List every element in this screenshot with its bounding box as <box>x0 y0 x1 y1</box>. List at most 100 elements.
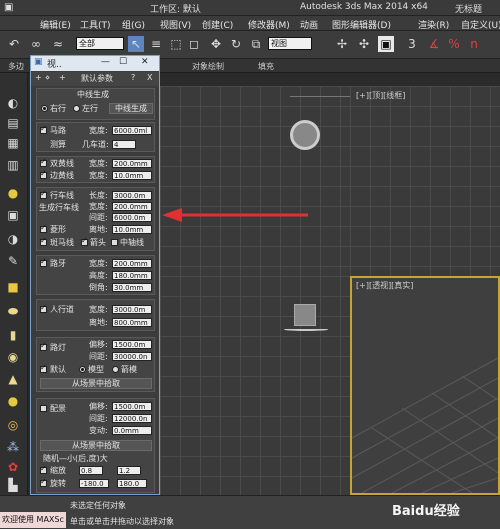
light-icon[interactable]: ● <box>5 185 21 201</box>
preset-title[interactable]: 默认参数 <box>81 73 113 84</box>
view-cube-icon[interactable] <box>294 304 316 326</box>
scene-explorer-icon[interactable]: ◐ <box>5 95 21 111</box>
snap-toggle-icon[interactable]: 3 <box>404 36 420 52</box>
double-yellow-checkbox[interactable] <box>40 157 47 167</box>
curb-chamfer-input[interactable]: 30.0mm <box>112 283 152 292</box>
rect-select-icon[interactable]: ⬚ <box>168 36 184 52</box>
select-object-icon[interactable]: ↖ <box>128 36 144 52</box>
pick-scenery-button[interactable]: 从场景中拾取 <box>40 440 152 451</box>
road-checkbox[interactable] <box>40 124 47 134</box>
measure-label[interactable]: 测算 <box>50 140 66 150</box>
menu-customize[interactable]: 自定义(U) <box>461 18 500 31</box>
rotate-icon[interactable]: ↻ <box>228 36 244 52</box>
cloth-icon[interactable]: ▙ <box>5 477 21 493</box>
render-setup-icon[interactable]: ▥ <box>5 157 21 173</box>
layer-icon[interactable]: ▤ <box>5 115 21 131</box>
double-yellow-width-input[interactable]: 200.0mm <box>112 159 152 168</box>
street-light-offset-input[interactable]: 1500.0m <box>112 340 152 349</box>
arrow-checkbox[interactable] <box>81 236 88 246</box>
right-drive-radio[interactable] <box>41 105 48 112</box>
viewport-front[interactable]: [+][顶][线框] <box>350 86 500 276</box>
curb-checkbox[interactable] <box>40 257 47 267</box>
menu-create[interactable]: 创建(C) <box>202 18 233 31</box>
edge-yellow-checkbox[interactable] <box>40 169 47 179</box>
default-light-checkbox[interactable] <box>40 363 47 373</box>
edge-yellow-width-input[interactable]: 10.0mm <box>112 171 152 180</box>
angle-snap-icon[interactable]: ∡ <box>426 36 442 52</box>
scenery-checkbox[interactable] <box>40 405 47 412</box>
undo-icon[interactable]: ↶ <box>6 36 22 52</box>
sidewalk-width-input[interactable]: 3000.0m <box>112 305 152 314</box>
rotate-min-input[interactable]: -180.0 <box>79 479 109 488</box>
viewport-top-label[interactable]: [+][顶][线框] <box>356 90 405 101</box>
rotate-max-input[interactable]: 180.0 <box>117 479 147 488</box>
workspace-select[interactable]: 工作区: 默认 <box>150 2 201 15</box>
cone-primitive-icon[interactable]: ▲ <box>5 371 21 387</box>
close-icon[interactable]: ✕ <box>141 57 149 67</box>
menu-group[interactable]: 组(G) <box>122 18 145 31</box>
scenery-offset-input[interactable]: 1500.0m <box>112 402 152 411</box>
menu-edit[interactable]: 编辑(E) <box>40 18 71 31</box>
tube-primitive-icon[interactable]: ◎ <box>5 417 21 433</box>
scale-max-input[interactable]: 1.2 <box>117 466 141 475</box>
diamond-checkbox[interactable] <box>40 223 47 233</box>
unlink-icon[interactable]: ≈ <box>50 36 66 52</box>
scale-checkbox[interactable] <box>40 464 47 474</box>
generate-center-button[interactable]: 中线生成 <box>109 103 153 114</box>
viewport-top[interactable] <box>160 86 390 276</box>
lane-offset-input[interactable]: 10.0mm <box>112 225 152 234</box>
window-crossing-icon[interactable]: ◻ <box>186 36 202 52</box>
ribbon-tab-populate[interactable]: 填充 <box>258 61 274 72</box>
particle-icon[interactable]: ⁂ <box>5 439 21 455</box>
move-icon[interactable]: ✥ <box>208 36 224 52</box>
color-palette-icon[interactable]: ✿ <box>5 459 21 475</box>
scale-icon[interactable]: ⧉ <box>248 36 264 52</box>
curb-width-input[interactable]: 200.0mm <box>112 259 152 268</box>
zebra-checkbox[interactable] <box>40 236 47 246</box>
link-icon[interactable]: ∞ <box>28 36 44 52</box>
scripting-icon[interactable]: ✎ <box>5 253 21 269</box>
menu-tools[interactable]: 工具(T) <box>80 18 111 31</box>
mirror-icon[interactable]: ◑ <box>5 231 21 247</box>
keyboard-shortcut-icon[interactable]: ▣ <box>378 36 394 52</box>
left-drive-radio[interactable] <box>73 105 80 112</box>
lane-length-input[interactable]: 3000.0m <box>112 191 152 200</box>
menu-view[interactable]: 视图(V) <box>160 18 191 31</box>
select-by-name-icon[interactable]: ≡ <box>148 36 164 52</box>
select-manipulate-icon[interactable]: ✣ <box>356 36 372 52</box>
panel-close-button[interactable]: X <box>147 73 152 82</box>
material-icon[interactable]: ▦ <box>5 135 21 151</box>
viewport-persp-label[interactable]: [+][透视][真实] <box>356 280 413 291</box>
selection-filter-select[interactable]: 全部 <box>76 37 124 50</box>
viewport-perspective[interactable]: [+][透视][真实] <box>350 276 500 495</box>
pin-button[interactable]: + <box>35 73 42 82</box>
box-primitive-icon[interactable]: ■ <box>5 279 21 295</box>
panel-title-bar[interactable]: ▣ 视.. — ☐ ✕ <box>31 56 159 71</box>
road-width-input[interactable]: 6000.0ml <box>112 126 152 135</box>
spinner-snap-icon[interactable]: n <box>466 36 482 52</box>
sidewalk-offset-input[interactable]: 800.0mm <box>112 318 152 327</box>
scale-min-input[interactable]: 0.8 <box>79 466 103 475</box>
reference-coord-select[interactable]: 视图 <box>268 37 312 50</box>
app-logo-icon[interactable]: ▣ <box>4 2 13 13</box>
geosphere-primitive-icon[interactable]: ● <box>5 393 21 409</box>
torus-primitive-icon[interactable]: ◉ <box>5 349 21 365</box>
generate-lane-label[interactable]: 生成行车线 <box>39 203 79 213</box>
expand-button[interactable]: + <box>59 73 66 82</box>
lane-gap-input[interactable]: 6000.0m <box>112 213 152 222</box>
minimize-button[interactable]: — <box>101 57 110 67</box>
model-radio[interactable] <box>79 366 86 373</box>
pick-light-button[interactable]: 从场景中拾取 <box>40 378 152 389</box>
maximize-button[interactable]: ☐ <box>119 57 127 67</box>
lanes-input[interactable]: 4 <box>112 140 136 149</box>
median-checkbox[interactable] <box>111 239 118 246</box>
help-button[interactable]: ? <box>131 73 135 82</box>
rotate-checkbox[interactable] <box>40 477 47 487</box>
cylinder-primitive-icon[interactable]: ▮ <box>5 327 21 343</box>
snapshot-icon[interactable]: ▣ <box>5 207 21 223</box>
street-light-spacing-input[interactable]: 30000.0n <box>112 352 152 361</box>
menu-modifiers[interactable]: 修改器(M) <box>248 18 290 31</box>
scenery-spacing-input[interactable]: 12000.0n <box>112 414 152 423</box>
menu-rendering[interactable]: 渲染(R) <box>418 18 449 31</box>
collapse-button[interactable]: ⋄ <box>45 73 50 82</box>
